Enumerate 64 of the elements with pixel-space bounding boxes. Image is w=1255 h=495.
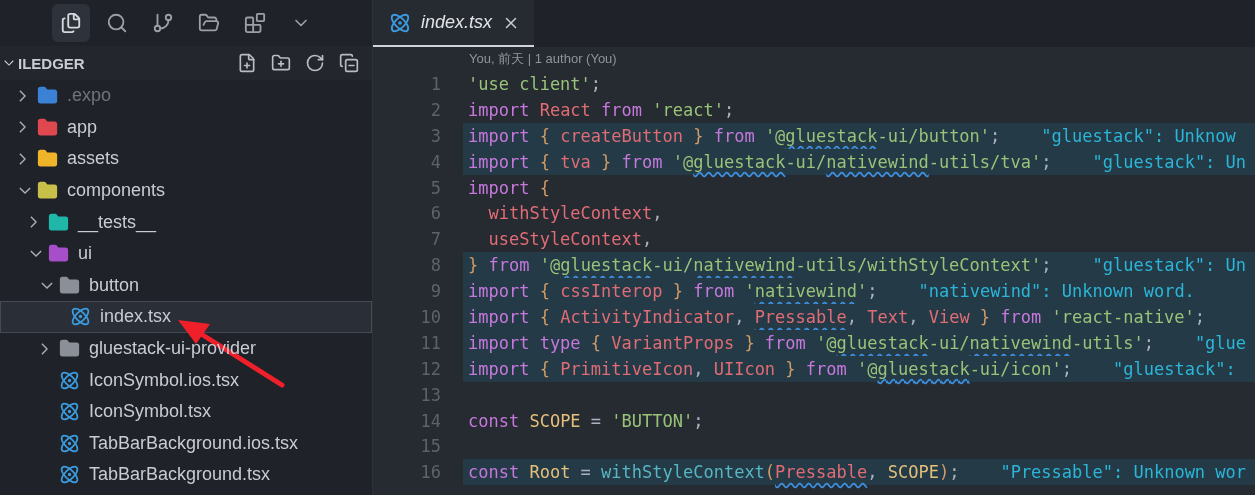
code-text: import { ActivityIndicator, Pressable, Text, View } from 'react-native'; (468, 306, 1206, 327)
tree-item[interactable]: TabBarBackground.ios.tsx (0, 427, 372, 460)
editor-tab[interactable]: index.tsx (373, 0, 535, 47)
explorer-title: ILEDGER (18, 54, 86, 72)
file-name: __tests__ (78, 211, 157, 233)
search-icon (106, 12, 128, 34)
folder-icon (198, 12, 220, 34)
file-name: app (67, 116, 98, 138)
blocks-icon (244, 12, 266, 34)
tree-item[interactable]: IconSymbol.ios.tsx (0, 364, 372, 396)
collapse-icon (339, 53, 359, 73)
file-name: assets (67, 148, 120, 170)
file-name: TabBarBackground.tsx (89, 464, 271, 486)
tree-item[interactable]: button (0, 269, 372, 302)
diagnostic-hint: "Pressable": Unknown wor (1000, 462, 1247, 483)
react-file-icon (59, 369, 80, 391)
file-name: IconSymbol.ios.tsx (89, 369, 240, 391)
code-text: 'use client'; (468, 73, 602, 94)
tree-item[interactable]: components (0, 174, 372, 207)
diagnostic-hint: "gluestack": Unknow (1041, 125, 1236, 146)
code-text: const SCOPE = 'BUTTON'; (468, 410, 704, 431)
react-file-icon (59, 401, 80, 423)
new-folder-icon (271, 53, 291, 73)
files-icon (60, 12, 82, 34)
code-text: } from '@gluestack-ui/nativewind-utils/withStyleContext'; (468, 255, 1052, 276)
code-text: useStyleContext, (487, 229, 653, 250)
code-text: import { createButton } from '@gluestack-ui/button'; (468, 125, 1001, 146)
react-file-icon (59, 432, 80, 454)
code-text: withStyleContext, (487, 203, 663, 224)
tab-label: index.tsx (421, 12, 493, 33)
tree-item[interactable]: assets (0, 143, 372, 175)
new-file-icon (237, 53, 257, 73)
code-text: import { PrimitiveIcon, UIIcon } from '@gluestack-ui/icon'; (468, 358, 1072, 379)
code-text: import { (468, 177, 550, 198)
file-name: index.tsx (100, 306, 172, 328)
file-name: TabBarBackground.ios.tsx (89, 432, 299, 454)
react-file-icon (389, 11, 411, 34)
file-name: components (67, 180, 166, 202)
diagnostic-hint: "glue (1194, 332, 1247, 353)
tree-item[interactable]: index.tsx (0, 301, 372, 333)
file-name: ui (78, 243, 92, 265)
refresh-icon (305, 53, 325, 73)
diagnostic-hint: "gluestack": Un (1092, 151, 1247, 172)
code-text: import { cssInterop } from 'nativewind'; (468, 281, 878, 302)
react-file-icon (59, 464, 80, 486)
file-name: IconSymbol.tsx (89, 401, 212, 423)
diagnostic-hint: "gluestack": Un (1092, 255, 1246, 276)
codelens-text[interactable]: You, 前天 | 1 author (You) (469, 50, 617, 68)
diagnostic-hint: "gluestack": (1113, 358, 1236, 379)
tree-item[interactable]: app (0, 111, 372, 144)
diagnostic-hint: "nativewind": Unknown word. (918, 281, 1195, 302)
file-name: .expo (67, 85, 112, 107)
code-text: const Root = withStyleContext(Pressable, SCOPE); (468, 462, 960, 483)
tree-item[interactable]: TabBarBackground.tsx (0, 459, 372, 491)
code-text: import { tva } from '@gluestack-ui/nativewind-utils/tva'; (468, 151, 1052, 172)
file-name: button (89, 274, 140, 296)
tree-item[interactable]: __tests__ (0, 206, 372, 238)
tree-item[interactable]: IconSymbol.tsx (0, 395, 372, 428)
tree-item[interactable]: ui (0, 237, 372, 270)
branch-icon (152, 12, 174, 34)
activity-button[interactable] (52, 4, 90, 42)
code-text: import type { VariantProps } from '@gluestack-ui/nativewind-utils'; (468, 332, 1154, 353)
react-file-icon (70, 306, 91, 328)
code-text: import React from 'react'; (468, 99, 735, 120)
